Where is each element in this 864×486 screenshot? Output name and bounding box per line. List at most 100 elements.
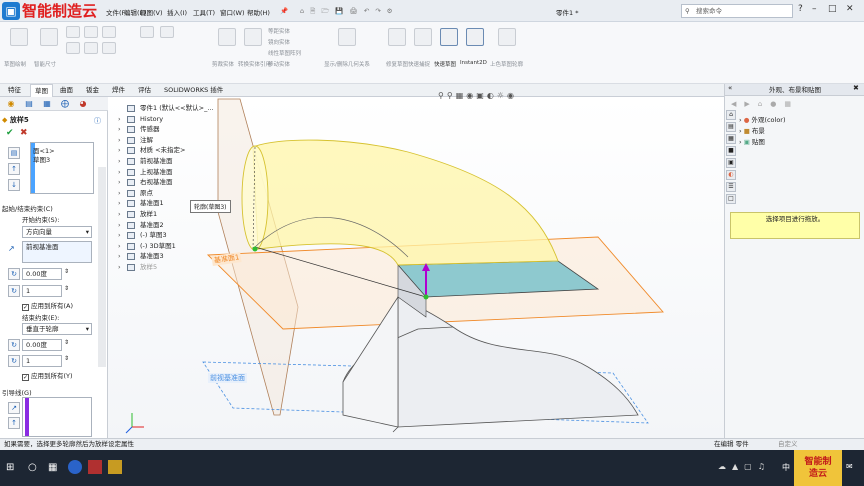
expand-icon[interactable]: › [118,220,124,231]
tab-features[interactable]: 特征 [4,84,25,97]
apply-all-end-checkbox[interactable]: ✓ 应用到所有(Y) [22,370,73,381]
task-nav-arrows[interactable]: ◀▶⌂●▦ [731,100,799,108]
appearances-tab-icon[interactable]: ◐ [726,170,736,180]
tab-surfaces[interactable]: 曲面 [56,84,77,97]
expand-icon[interactable]: › [118,135,124,146]
pin-icon[interactable]: ✖ [853,84,859,92]
tree-item[interactable]: › 原点 [118,188,214,199]
ribbon-instant2d-label[interactable]: Instant2D [460,60,487,66]
resources-tab-icon[interactable]: ▤ [726,122,736,132]
spin-arrows-icon[interactable]: ⇕ [64,355,69,362]
instant2d-icon[interactable] [466,28,484,46]
rectangle-icon[interactable] [84,26,98,38]
move-down-button[interactable]: ↓ [8,179,20,191]
ribbon-move-label[interactable]: 移动实体 [268,60,290,68]
expand-icon[interactable]: › [118,230,124,241]
menu-window[interactable]: 窗口(W) [220,7,245,17]
expand-icon[interactable]: › [118,188,124,199]
line-icon[interactable] [66,26,80,38]
apply-all-start-checkbox[interactable]: ✓ 应用到所有(A) [22,300,73,311]
help-circle-icon[interactable]: ⓘ [94,116,101,126]
solidworks-taskbar-icon[interactable] [108,460,122,474]
tree-item[interactable]: 零件1 (默认<<默认>_... [118,103,214,114]
trim-entities-icon[interactable] [218,28,236,46]
start-reference-box[interactable]: 前视基准面 [22,241,92,263]
end-constraint-select[interactable]: 垂直于轮廓 ▾ [22,323,92,335]
ribbon-repair-label[interactable]: 修复草图 [386,60,408,68]
end-length-input[interactable]: 1 [22,355,62,367]
cancel-button[interactable]: ✖ [20,128,28,138]
tree-item[interactable]: › 传感器 [118,124,214,135]
design-library-tab-icon[interactable]: ▦ [726,134,736,144]
close-button[interactable]: ✕ [846,4,854,14]
spin-arrows-icon[interactable]: ⇕ [64,268,69,275]
tree-item[interactable]: › 上视基准面 [118,167,214,178]
expand-icon[interactable]: › [118,156,124,167]
ok-button[interactable]: ✔ [6,128,14,138]
help-icon[interactable]: ? [798,4,803,14]
tree-item[interactable]: › History [118,114,214,125]
expand-icon[interactable]: › [118,114,124,125]
quick-access-toolbar[interactable]: ⌂🗎🗁💾🖨↶↷⚙ [300,7,398,18]
status-units[interactable]: 自定义 [778,439,798,450]
convert-entities-icon[interactable] [244,28,262,46]
ribbon-shaded-label[interactable]: 上色草图轮廓 [490,60,523,68]
tab-addins[interactable]: SOLIDWORKS 插件 [160,84,227,97]
search-icon[interactable]: ○ [28,462,37,473]
repair-sketch-icon[interactable] [388,28,406,46]
ribbon-convert-label[interactable]: 转换实体引用 [238,60,271,68]
graphics-area[interactable]: ⚲⚲▦◉▣◐☼◉ 零件1 (默认<<默认>_... › History › 传感器 › 注解… [108,91,724,438]
expand-icon[interactable]: › [118,167,124,178]
menu-view[interactable]: 视图(V) [140,7,163,17]
smart-dimension-icon[interactable] [40,28,58,46]
tree-item[interactable]: › (-) 3D草图1 [118,241,214,252]
tree-item[interactable]: › 材质 <未指定> [118,145,214,156]
ime-indicator[interactable]: 中 [782,462,790,473]
point-icon[interactable] [102,42,116,54]
solidworks-forum-tab-icon[interactable]: □ [726,194,736,204]
tray-icons[interactable]: ☁▲▢♫ [718,462,771,471]
ribbon-trim-label[interactable]: 剪裁实体 [212,60,234,68]
panel-scrollbar[interactable] [98,167,106,367]
dimxpert-tab-icon[interactable]: ⨁ [60,99,70,109]
ribbon-snaps-label[interactable]: 快速捕捉 [408,60,430,68]
expand-icon[interactable]: › [118,209,124,220]
expand-icon[interactable]: › [118,177,124,188]
fillet-icon[interactable] [140,26,154,38]
ribbon-sketch-label[interactable]: 草图绘制 [4,60,26,68]
start-constraint-select[interactable]: 方向向量 ▾ [22,226,92,238]
guide-curves-header[interactable]: 引导线(G) [2,387,32,397]
expand-icon[interactable]: › [118,241,124,252]
ribbon-relations-label[interactable]: 显示/删除几何关系 [324,60,370,68]
restore-button[interactable]: □ [828,4,837,14]
appearance-item[interactable]: › ● 外观(color) [739,114,786,124]
expand-icon[interactable]: › [118,145,124,156]
menu-tools[interactable]: 工具(T) [193,7,215,17]
file-explorer-tab-icon[interactable]: ■ [726,146,736,156]
expand-icon[interactable]: › [118,124,124,135]
expand-icon[interactable]: › [118,262,124,273]
start-length-input[interactable]: 1 [22,285,62,297]
tree-item[interactable]: › 注解 [118,135,214,146]
circle-icon[interactable] [66,42,80,54]
start-angle-input[interactable]: 0.00度 [22,268,62,280]
tree-item[interactable]: › 基准面3 [118,251,214,262]
minimize-button[interactable]: – [812,4,817,14]
tree-item[interactable]: › 右视基准面 [118,177,214,188]
profiles-list[interactable]: 面<1> 草图3 [30,142,94,194]
spin-arrows-icon[interactable]: ⇕ [64,339,69,346]
tree-item[interactable]: › 前视基准面 [118,156,214,167]
display-manager-tab-icon[interactable]: ◕ [78,99,88,109]
expand-icon[interactable]: › [118,198,124,209]
collapse-icon[interactable]: « [728,84,732,92]
end-angle-input[interactable]: 0.00度 [22,339,62,351]
shaded-sketch-icon[interactable] [498,28,516,46]
ribbon-dimension-label[interactable]: 智能尺寸 [34,60,56,68]
ribbon-rapid-sketch-label[interactable]: 快速草图 [434,60,456,68]
relations-icon[interactable] [338,28,356,46]
text-icon[interactable] [160,26,174,38]
constraints-section-header[interactable]: 起始/结束约束(C) [2,203,53,213]
menu-insert[interactable]: 插入(I) [167,7,187,17]
ribbon-pattern-label[interactable]: 线性草图阵列 [268,49,301,57]
home-tab-icon[interactable]: ⌂ [726,110,736,120]
